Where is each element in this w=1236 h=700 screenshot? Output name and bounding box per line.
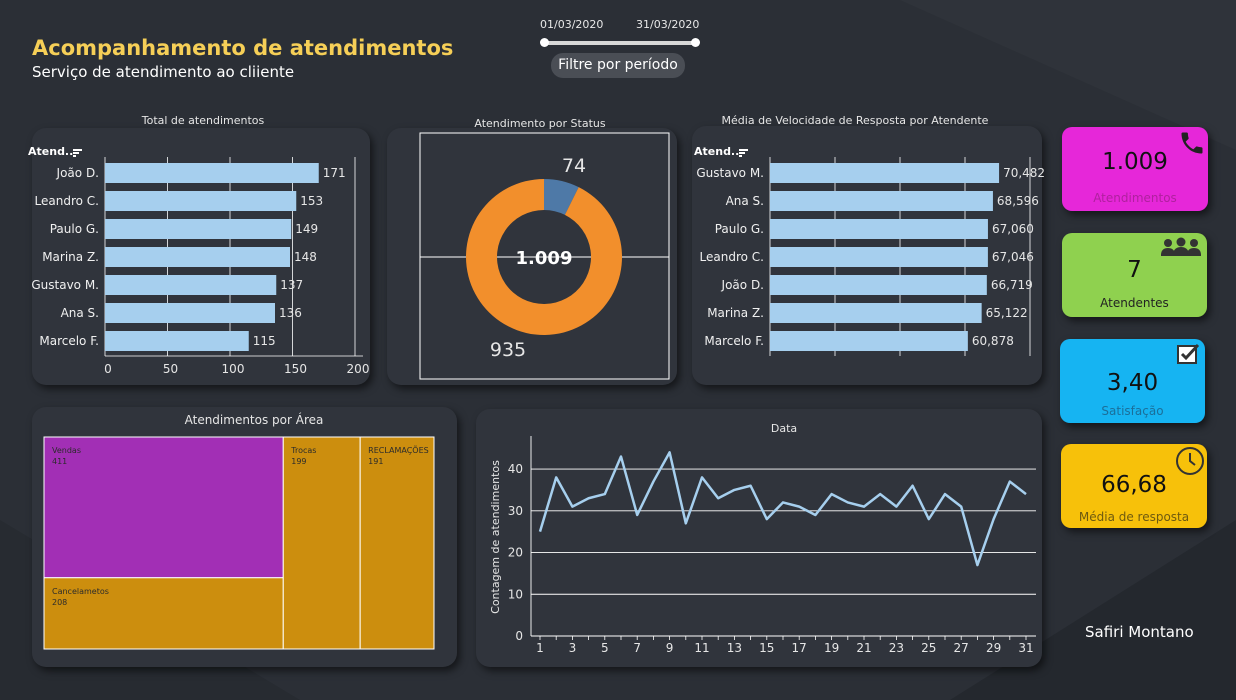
x-tick-label: 9	[666, 641, 674, 655]
kpi-atendentes[interactable]: 7 Atendentes	[1062, 233, 1207, 317]
y-axis-label: Contagem de atendimentos	[489, 460, 502, 614]
kpi-media-resposta-label: Média de resposta	[1078, 510, 1190, 524]
kpi-media-resposta[interactable]: 66,68 Média de resposta	[1061, 444, 1207, 528]
x-tick-label: 3	[569, 641, 577, 655]
x-tick-label: 7	[633, 641, 641, 655]
x-tick-label: 17	[792, 641, 807, 655]
kpi-atendimentos[interactable]: 1.009 Atendimentos	[1062, 127, 1208, 211]
x-tick-label: 5	[601, 641, 609, 655]
x-tick-label: 23	[889, 641, 904, 655]
data-line-chart: 0102030401 3 5 7 9 11 13 15 17 19 21 23 25 27 29 31Cont…	[489, 436, 1036, 655]
people-icon	[1159, 237, 1203, 261]
x-tick-label: 21	[856, 641, 871, 655]
x-tick-label: 27	[954, 641, 969, 655]
y-tick-label: 40	[508, 462, 523, 476]
x-tick-label: 13	[727, 641, 742, 655]
kpi-atendentes-label: Atendentes	[1100, 296, 1169, 310]
y-tick-label: 20	[508, 546, 523, 560]
author-name: Safiri Montano	[1085, 623, 1194, 641]
kpi-satisfacao-label: Satisfação	[1101, 404, 1164, 418]
x-tick-label: 29	[986, 641, 1001, 655]
y-tick-label: 0	[515, 629, 523, 643]
y-tick-label: 30	[508, 504, 523, 518]
x-tick-label: 1	[536, 641, 544, 655]
x-tick-label: 25	[921, 641, 936, 655]
x-tick-label: 31	[1018, 641, 1033, 655]
y-tick-label: 10	[508, 587, 523, 601]
x-tick-label: 15	[759, 641, 774, 655]
x-tick-label: 19	[824, 641, 839, 655]
clock-icon	[1175, 446, 1205, 480]
checkbox-icon	[1177, 343, 1201, 369]
phone-icon	[1178, 129, 1206, 161]
kpi-satisfacao[interactable]: 3,40 Satisfação	[1060, 339, 1205, 423]
kpi-atendimentos-label: Atendimentos	[1093, 191, 1177, 205]
kpi-satisfacao-value: 3,40	[1106, 370, 1159, 396]
x-tick-label: 11	[694, 641, 709, 655]
